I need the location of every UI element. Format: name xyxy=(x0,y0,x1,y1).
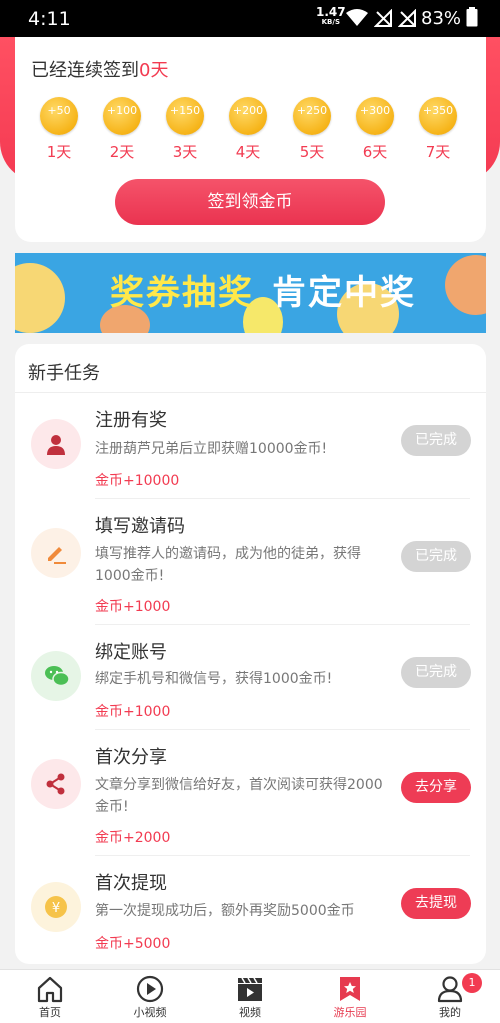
reward-day-label: 2天 xyxy=(109,143,135,161)
task-reward: 金币+1000 xyxy=(95,704,171,720)
newbie-tasks-card: 新手任务 注册有奖 注册葫芦兄弟后立即获赠10000金币! 金币+10000 已… xyxy=(15,344,486,964)
task-completed-button[interactable]: 已完成 xyxy=(401,657,471,688)
task-description: 文章分享到微信给好友，首次阅读可获得2000金币! xyxy=(95,777,383,815)
no-signal-icon xyxy=(374,9,392,27)
cartoon-sheep-right xyxy=(445,255,486,315)
reward-day-5: +250 5天 xyxy=(287,97,337,162)
coin-icon: +150 xyxy=(166,97,204,135)
checkin-title: 已经连续签到0天 xyxy=(31,56,168,82)
reward-amount: +50 xyxy=(47,104,71,117)
checkin-button[interactable]: 签到领金币 xyxy=(115,179,385,225)
task-name: 首次分享 xyxy=(95,747,167,768)
wifi-icon xyxy=(346,9,368,26)
coin-icon: +50 xyxy=(40,97,78,135)
coin-icon: +200 xyxy=(229,97,267,135)
reward-day-7: +350 7天 xyxy=(413,97,463,162)
lottery-banner[interactable]: 奖券抽奖 肯定中奖 xyxy=(15,253,486,333)
task-description: 填写推荐人的邀请码，成为他的徒弟，获得1000金币! xyxy=(95,546,361,584)
task-reward: 金币+5000 xyxy=(95,936,171,952)
go-withdraw-button[interactable]: 去提现 xyxy=(401,888,471,919)
task-name: 注册有奖 xyxy=(95,410,167,431)
task-name: 首次提现 xyxy=(95,873,167,894)
reward-day-2: +100 2天 xyxy=(97,97,147,162)
person-icon xyxy=(437,976,463,1003)
reward-day-3: +150 3天 xyxy=(160,97,210,162)
tasks-title: 新手任务 xyxy=(28,363,100,384)
divider xyxy=(95,498,470,499)
divider xyxy=(95,855,470,856)
user-icon xyxy=(31,419,81,469)
reward-amount: +100 xyxy=(106,104,138,117)
task-description: 绑定手机号和微信号，获得1000金币! xyxy=(95,671,333,687)
checkin-title-prefix: 已经连续签到 xyxy=(31,60,139,81)
clapperboard-icon xyxy=(238,977,262,1001)
go-share-button[interactable]: 去分享 xyxy=(401,772,471,803)
tab-home[interactable]: 首页 xyxy=(0,970,100,1023)
reward-amount: +200 xyxy=(232,104,264,117)
reward-day-label: 1天 xyxy=(46,143,72,161)
divider xyxy=(95,624,470,625)
checkin-card: 已经连续签到0天 +50 1天 +100 2天 +150 3天 +200 4天 … xyxy=(15,37,486,242)
reward-day-6: +300 6天 xyxy=(350,97,400,162)
coin-icon: +350 xyxy=(419,97,457,135)
task-completed-button[interactable]: 已完成 xyxy=(401,425,471,456)
tab-label: 视频 xyxy=(239,1006,261,1019)
star-bookmark-icon xyxy=(340,977,360,1001)
reward-amount: +150 xyxy=(169,104,201,117)
battery-icon xyxy=(466,7,478,27)
notification-badge: 1 xyxy=(462,973,482,993)
checkin-days-count: 0天 xyxy=(139,60,169,81)
banner-text-left: 奖券抽奖 xyxy=(110,273,254,313)
reward-day-label: 4天 xyxy=(235,143,261,161)
home-icon xyxy=(37,976,63,1003)
task-completed-button[interactable]: 已完成 xyxy=(401,541,471,572)
reward-day-label: 7天 xyxy=(425,143,451,161)
divider xyxy=(15,392,486,393)
tab-label: 我的 xyxy=(439,1006,461,1019)
tab-short-video[interactable]: 小视频 xyxy=(100,970,200,1023)
coin-icon: +100 xyxy=(103,97,141,135)
task-reward: 金币+1000 xyxy=(95,599,171,615)
tab-mine[interactable]: 1 我的 xyxy=(400,970,500,1023)
tab-label: 游乐园 xyxy=(333,1006,367,1019)
task-reward: 金币+2000 xyxy=(95,830,171,846)
coin-icon: +250 xyxy=(293,97,331,135)
task-description: 注册葫芦兄弟后立即获赠10000金币! xyxy=(95,441,328,457)
task-description: 第一次提现成功后，额外再奖励5000金币 xyxy=(95,903,355,919)
no-signal-icon-2 xyxy=(398,9,416,27)
task-name: 绑定账号 xyxy=(95,642,167,663)
svg-text:¥: ¥ xyxy=(52,901,60,916)
network-speed: 1.47 KB/S xyxy=(316,6,346,27)
banner-text-right: 肯定中奖 xyxy=(272,273,416,313)
battery-level: 83% xyxy=(421,8,462,29)
tab-video[interactable]: 视频 xyxy=(200,970,300,1023)
share-icon xyxy=(31,759,81,809)
yen-coin-icon: ¥ xyxy=(31,882,81,932)
reward-day-4: +200 4天 xyxy=(223,97,273,162)
status-bar: 4:11 1.47 KB/S 83% xyxy=(0,0,500,37)
wechat-icon xyxy=(31,651,81,701)
pencil-icon xyxy=(31,528,81,578)
task-name: 填写邀请码 xyxy=(95,516,185,537)
reward-day-1: +50 1天 xyxy=(34,97,84,162)
bottom-tab-bar: 首页 小视频 视频 游乐园 1 我的 xyxy=(0,969,500,1023)
play-circle-icon xyxy=(136,975,164,1003)
reward-day-label: 5天 xyxy=(299,143,325,161)
reward-amount: +250 xyxy=(296,104,328,117)
reward-day-label: 3天 xyxy=(172,143,198,161)
reward-amount: +350 xyxy=(422,104,454,117)
status-time: 4:11 xyxy=(28,8,71,30)
cartoon-character-left xyxy=(15,263,65,333)
tab-playground[interactable]: 游乐园 xyxy=(300,970,400,1023)
tab-label: 首页 xyxy=(39,1006,61,1019)
coin-icon: +300 xyxy=(356,97,394,135)
task-reward: 金币+10000 xyxy=(95,473,180,489)
banner-text: 奖券抽奖 肯定中奖 xyxy=(110,265,416,314)
reward-amount: +300 xyxy=(359,104,391,117)
reward-day-label: 6天 xyxy=(362,143,388,161)
divider xyxy=(95,729,470,730)
tab-label: 小视频 xyxy=(133,1006,167,1019)
